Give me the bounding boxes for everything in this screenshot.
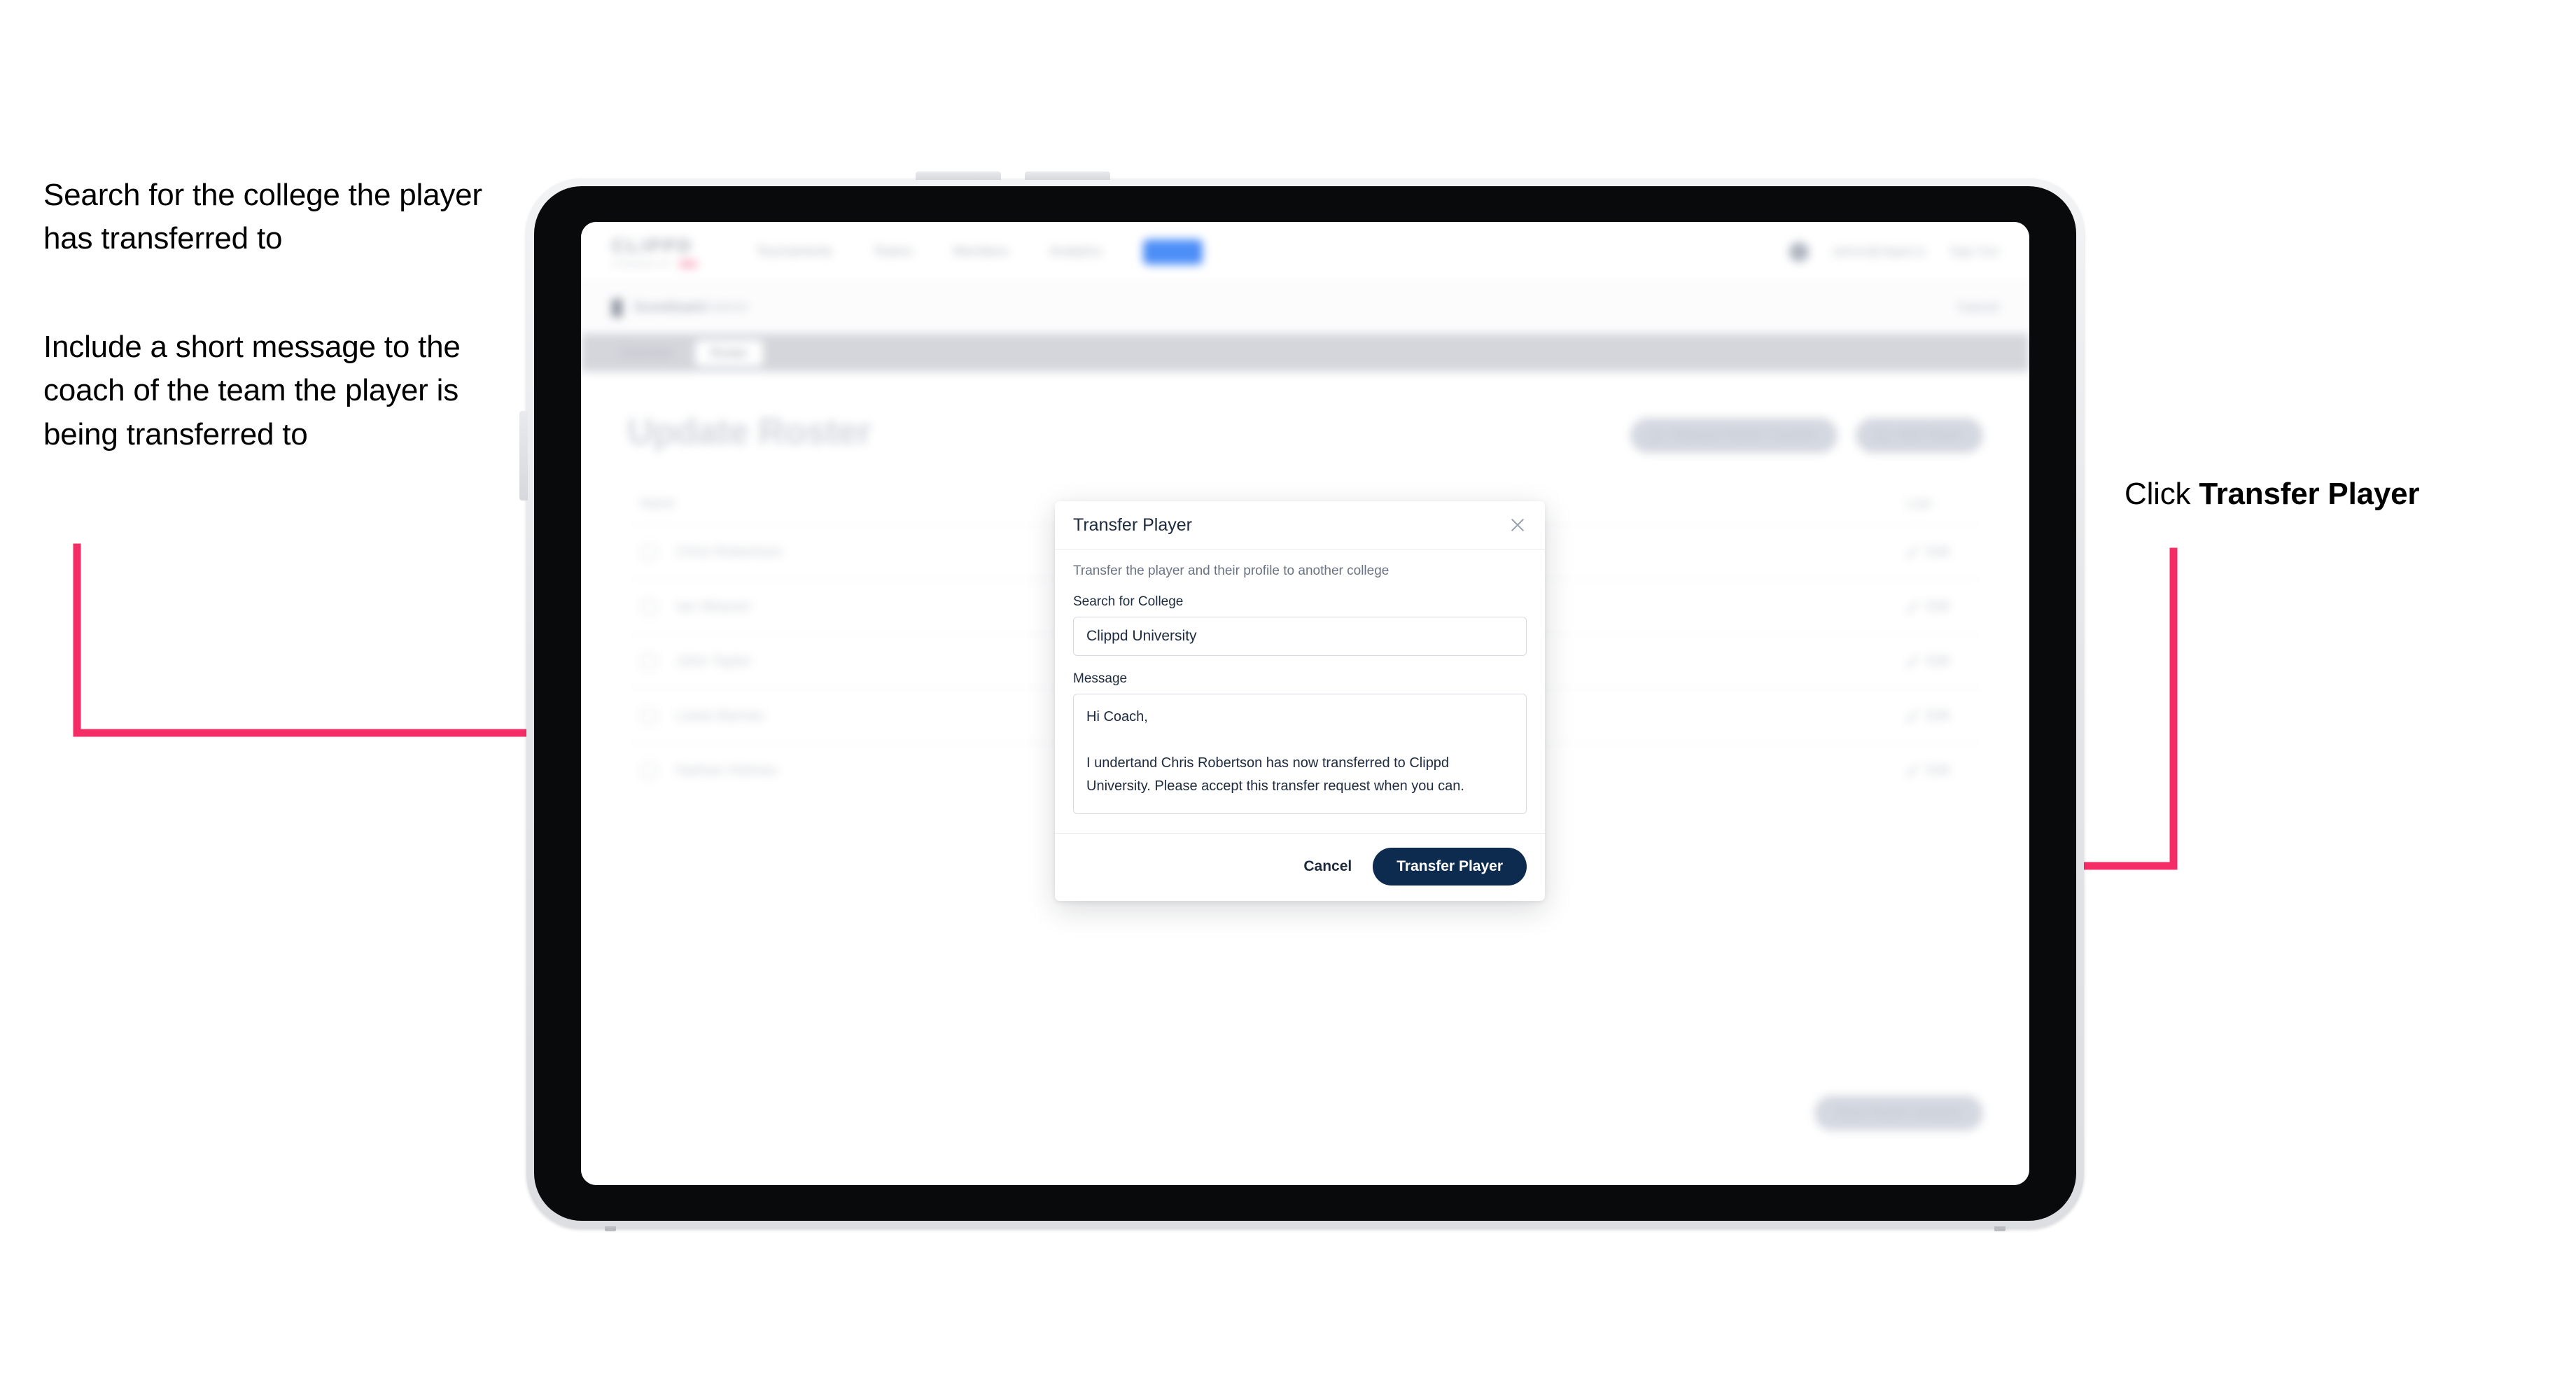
annotation-search-college: Search for the college the player has tr… (43, 178, 482, 256)
nav-item-members[interactable]: Members (953, 244, 1008, 260)
row-checkbox[interactable] (640, 542, 658, 561)
player-name: Chris Robertson (676, 543, 783, 560)
request-roster-transfer-button[interactable]: Request Roster Transfer (1630, 418, 1838, 453)
transfer-player-button[interactable]: Transfer Player (1373, 848, 1527, 886)
account-email[interactable]: admin@clippd.io (1833, 244, 1926, 259)
nav-item-admin[interactable]: Admin (1142, 239, 1203, 265)
nav-item-tournaments[interactable]: Tournaments (756, 244, 833, 260)
message-textarea[interactable] (1073, 694, 1527, 814)
edit-player-link[interactable]: Edit (1905, 763, 1970, 778)
brand-logo[interactable]: CLIPPD POWERED BY (612, 235, 697, 269)
brand-wordmark: CLIPPD (612, 234, 694, 256)
pencil-icon (1905, 600, 1919, 613)
row-checkbox[interactable] (640, 761, 658, 780)
dialog-body: Transfer the player and their profile to… (1055, 550, 1545, 833)
row-checkbox[interactable] (640, 652, 658, 671)
pencil-icon (1905, 654, 1919, 668)
arrow-swap-icon (1651, 429, 1664, 442)
page-title: Update Roster (627, 412, 872, 452)
dialog-title: Transfer Player (1073, 514, 1192, 535)
row-checkbox[interactable] (640, 597, 658, 616)
nav-item-analytics[interactable]: Analytics (1049, 244, 1102, 260)
roster-footer: Save Roster Updates (1814, 1096, 1983, 1130)
close-icon[interactable] (1507, 514, 1528, 536)
edit-label: Edit (1926, 653, 1949, 668)
column-header-name: Name (640, 496, 676, 511)
pencil-icon (1905, 709, 1919, 722)
save-roster-updates-button[interactable]: Save Roster Updates (1814, 1096, 1983, 1130)
breadcrumb-icon (612, 298, 622, 317)
cancel-button[interactable]: Cancel (1301, 854, 1354, 879)
search-college-label: Search for College (1073, 594, 1184, 609)
screenshot-root: Search for the college the player has tr… (0, 0, 2576, 1386)
breadcrumb[interactable]: Scoreboard Admin (634, 300, 749, 316)
nav-right-cluster: admin@clippd.io Sign Out (1788, 241, 1998, 262)
dialog-footer: Cancel Transfer Player (1055, 833, 1545, 901)
edit-label: Edit (1926, 544, 1949, 559)
nav-links: Tournaments Teams Members Analytics Admi… (756, 239, 1203, 265)
search-college-input[interactable] (1073, 617, 1527, 656)
dialog-header: Transfer Player (1055, 501, 1545, 550)
tab-overview[interactable]: Overview (605, 340, 688, 366)
dialog-description: Transfer the player and their profile to… (1073, 564, 1390, 578)
player-name: Nathan Holmes (676, 762, 778, 778)
volume-down-button[interactable] (1025, 172, 1110, 180)
tab-roster[interactable]: Roster (695, 340, 764, 366)
page-action-buttons: Request Roster Transfer Add Player (1630, 411, 1983, 453)
brand-subline: POWERED BY (612, 260, 697, 269)
column-header-last: Last (1906, 496, 1931, 511)
edit-player-link[interactable]: Edit (1905, 708, 1970, 724)
pencil-icon (1905, 764, 1919, 777)
player-name: Ian Weaver (676, 598, 751, 615)
brand-accent-badge (678, 260, 697, 268)
device-foot-left (605, 1226, 616, 1231)
annotation-click-transfer: Click Transfer Player (2124, 472, 2544, 516)
device-foot-right (1994, 1226, 2005, 1231)
add-player-button[interactable]: Add Player (1856, 418, 1983, 453)
pencil-icon (1905, 545, 1919, 559)
power-button[interactable] (519, 411, 528, 500)
annotation-right-bold: Transfer Player (2199, 477, 2420, 511)
app-top-nav: CLIPPD POWERED BY Tournaments Teams Memb… (581, 222, 2029, 282)
player-name: John Taylor (676, 652, 752, 669)
edit-player-link[interactable]: Edit (1905, 545, 1970, 560)
annotation-right-prefix: Click (2124, 477, 2199, 511)
brand-subline-text: POWERED BY (612, 260, 673, 269)
save-roster-updates-label: Save Roster Updates (1835, 1105, 1962, 1120)
page-header: Update Roster Request Roster Transfer Ad… (627, 411, 1983, 453)
add-player-label: Add Player (1897, 428, 1962, 442)
edit-player-link[interactable]: Edit (1905, 599, 1970, 615)
breadcrumb-bar: Scoreboard Admin Cancel (581, 282, 2029, 334)
edit-label: Edit (1926, 598, 1949, 614)
nav-item-teams[interactable]: Teams (873, 244, 912, 260)
volume-up-button[interactable] (916, 172, 1001, 180)
breadcrumb-main: Scoreboard (634, 300, 706, 315)
player-name: Lewis Barnes (676, 707, 765, 724)
sign-out-link[interactable]: Sign Out (1949, 244, 1998, 259)
message-label: Message (1073, 671, 1128, 686)
transfer-player-dialog: Transfer Player Transfer the player and … (1055, 501, 1545, 901)
edit-player-link[interactable]: Edit (1905, 654, 1970, 669)
avatar[interactable] (1788, 241, 1809, 262)
request-roster-transfer-label: Request Roster Transfer (1672, 428, 1817, 442)
breadcrumb-muted: Admin (708, 300, 749, 315)
breadcrumb-cancel-link[interactable]: Cancel (1957, 300, 1998, 316)
row-checkbox[interactable] (640, 706, 658, 725)
tab-strip: Overview Roster (581, 334, 2029, 372)
edit-label: Edit (1926, 762, 1949, 778)
plus-icon (1877, 429, 1889, 442)
annotation-include-message: Include a short message to the coach of … (43, 330, 461, 451)
edit-label: Edit (1926, 708, 1949, 723)
